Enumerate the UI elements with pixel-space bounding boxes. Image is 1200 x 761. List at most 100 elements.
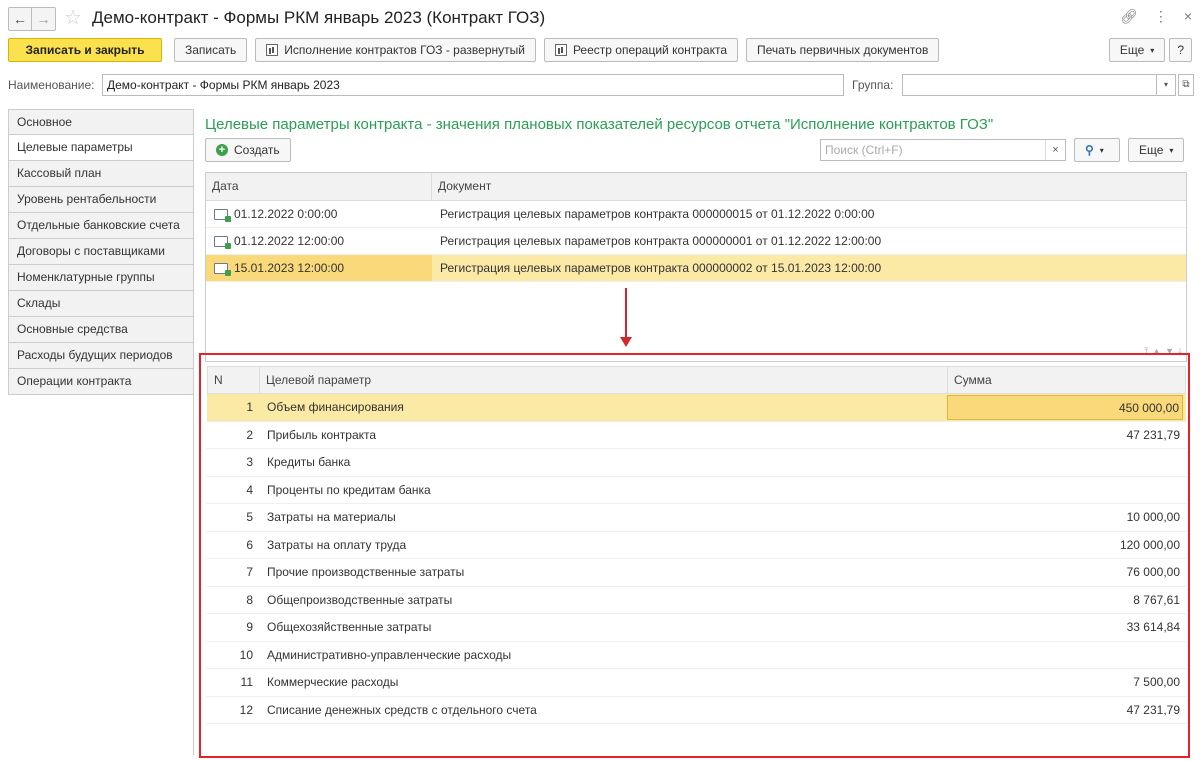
tab-cash-plan[interactable]: Кассовый план [8,161,194,187]
save-button[interactable]: Записать [174,38,248,62]
row-param: Затраты на оплату труда [267,537,407,552]
table-row[interactable]: 8 Общепроизводственные затраты 8 767,61 [207,587,1186,614]
table-row[interactable]: 3 Кредиты банка [207,449,1186,477]
row-date: 01.12.2022 12:00:00 [234,234,345,248]
tab-target-params[interactable]: Целевые параметры [8,135,194,161]
tab-contract-operations[interactable]: Операции контракта [8,369,194,395]
row-param: Коммерческие расходы [267,675,399,689]
table-row-selected[interactable]: 1 Объем финансирования 450 000,00 [207,394,1186,422]
search-placeholder: Поиск (Ctrl+F) [825,143,903,157]
row-param: Затраты на материалы [267,510,396,524]
column-header-document[interactable]: Документ [432,173,491,200]
column-header-date[interactable]: Дата [206,173,432,200]
row-param: Объем финансирования [267,400,404,414]
section-heading: Целевые параметры контракта - значения п… [205,116,994,133]
tab-warehouses[interactable]: Склады [8,291,194,317]
table-row[interactable]: 2 Прибыль контракта 47 231,79 [207,422,1186,449]
report-execution-label: Исполнение контрактов ГОЗ - развернутый [284,43,525,57]
close-icon[interactable]: × [1184,8,1192,25]
tab-profitability[interactable]: Уровень рентабельности [8,187,194,213]
create-label: Создать [234,143,280,157]
window-title: Демо-контракт - Формы РКМ январь 2023 (К… [92,8,546,27]
tab-bank-accounts[interactable]: Отдельные банковские счета [8,213,194,239]
search-button[interactable]: ⚲ ▾ [1074,138,1120,162]
table-row[interactable]: 4 Проценты по кредитам банка [207,477,1186,504]
row-number: 12 [239,702,253,717]
row-number: 6 [246,537,253,552]
back-arrow-icon[interactable]: ← [8,7,32,31]
row-param: Прочие производственные затраты [267,565,465,579]
row-sum [947,477,1186,504]
table-row-selected[interactable]: 15.01.2023 12:00:00 Регистрация целевых … [206,255,1186,282]
tab-nomenclature-groups[interactable]: Номенклатурные группы [8,265,194,291]
open-icon[interactable]: ⧉ [1178,74,1194,96]
more-button[interactable]: Еще ▾ [1108,38,1166,62]
favorite-star-icon[interactable]: ☆ [64,6,82,30]
clear-icon[interactable]: × [1045,140,1065,160]
name-field[interactable]: Демо-контракт - Формы РКМ январь 2023 [102,74,844,96]
row-document: Регистрация целевых параметров контракта… [440,207,875,221]
row-number: 7 [246,565,253,579]
row-sum [947,642,1186,669]
row-number: 3 [246,455,253,469]
link-icon[interactable]: 🔗︎ [1120,8,1138,25]
table-row[interactable]: 01.12.2022 0:00:00 Регистрация целевых п… [206,201,1186,228]
row-sum: 76 000,00 [1126,565,1180,579]
report-icon [266,44,279,56]
row-date: 01.12.2022 0:00:00 [234,207,338,221]
table-row[interactable]: 01.12.2022 12:00:00 Регистрация целевых … [206,228,1186,255]
row-sum: 47 231,79 [1126,702,1180,717]
tab-main[interactable]: Основное [8,109,194,135]
row-sum [947,449,1186,476]
table-row[interactable]: 6 Затраты на оплату труда 120 000,00 [207,532,1186,559]
table-row[interactable]: 12 Списание денежных средств с отдельного… [207,697,1186,724]
row-number: 1 [246,400,253,414]
documents-table: Дата Документ 01.12.2022 0:00:00 Регистр… [205,172,1187,362]
row-sum: 7 500,00 [1133,675,1180,689]
group-field[interactable] [902,74,1176,96]
more-label: Еще [1119,43,1145,57]
annotation-arrow [625,288,627,340]
column-header-sum[interactable]: Сумма [948,367,992,393]
table-row[interactable]: 10 Административно-управленческие расходы [207,642,1186,669]
forward-arrow-icon[interactable]: → [32,7,56,31]
more-vertical-icon[interactable]: ⋮ [1154,8,1168,25]
tab-fixed-assets[interactable]: Основные средства [8,317,194,343]
row-number: 8 [246,592,253,607]
table-row[interactable]: 11 Коммерческие расходы 7 500,00 [207,669,1186,697]
search-input[interactable]: Поиск (Ctrl+F) × [820,139,1066,161]
chevron-down-icon: ▾ [1169,145,1174,155]
group-label: Группа: [852,78,894,92]
row-document: Регистрация целевых параметров контракта… [440,261,882,275]
table-row[interactable]: 9 Общехозяйственные затраты 33 614,84 [207,614,1186,642]
table-row[interactable]: 7 Прочие производственные затраты 76 000,0… [207,559,1186,587]
print-documents-button[interactable]: Печать первичных документов [746,38,940,62]
row-sum: 10 000,00 [1126,510,1180,524]
help-button[interactable]: ? [1169,38,1192,62]
row-param: Административно-управленческие расходы [267,647,512,662]
row-sum: 450 000,00 [947,395,1183,420]
row-number: 10 [239,647,253,662]
row-date: 15.01.2023 12:00:00 [234,261,345,275]
chevron-down-icon: ▾ [1150,45,1155,55]
row-param: Прибыль контракта [267,427,377,442]
group-dropdown-icon[interactable]: ▾ [1156,74,1176,96]
row-number: 4 [246,482,253,497]
report-execution-button[interactable]: Исполнение контрактов ГОЗ - развернутый [255,38,536,62]
create-button[interactable]: + Создать [205,138,291,162]
row-param: Проценты по кредитам банка [267,482,431,497]
row-number: 11 [240,675,253,689]
divider [193,135,194,755]
section-tabs: Основное Целевые параметры Кассовый план… [8,109,194,395]
report-registry-button[interactable]: Реестр операций контракта [543,38,739,62]
save-and-close-button[interactable]: Записать и закрыть [8,38,162,62]
table-row[interactable]: 5 Затраты на материалы 10 000,00 [207,504,1186,532]
column-header-param[interactable]: Целевой параметр [260,367,948,393]
section-more-button[interactable]: Еще ▾ [1128,138,1185,162]
command-bar: Записать и закрыть Записать Исполнение к… [8,38,940,62]
tab-deferred-expenses[interactable]: Расходы будущих периодов [8,343,194,369]
row-number: 5 [246,510,253,524]
column-header-n[interactable]: N [208,367,260,393]
row-param: Списание денежных средств с отдельного с… [267,702,537,717]
tab-supplier-contracts[interactable]: Договоры с поставщиками [8,239,194,265]
